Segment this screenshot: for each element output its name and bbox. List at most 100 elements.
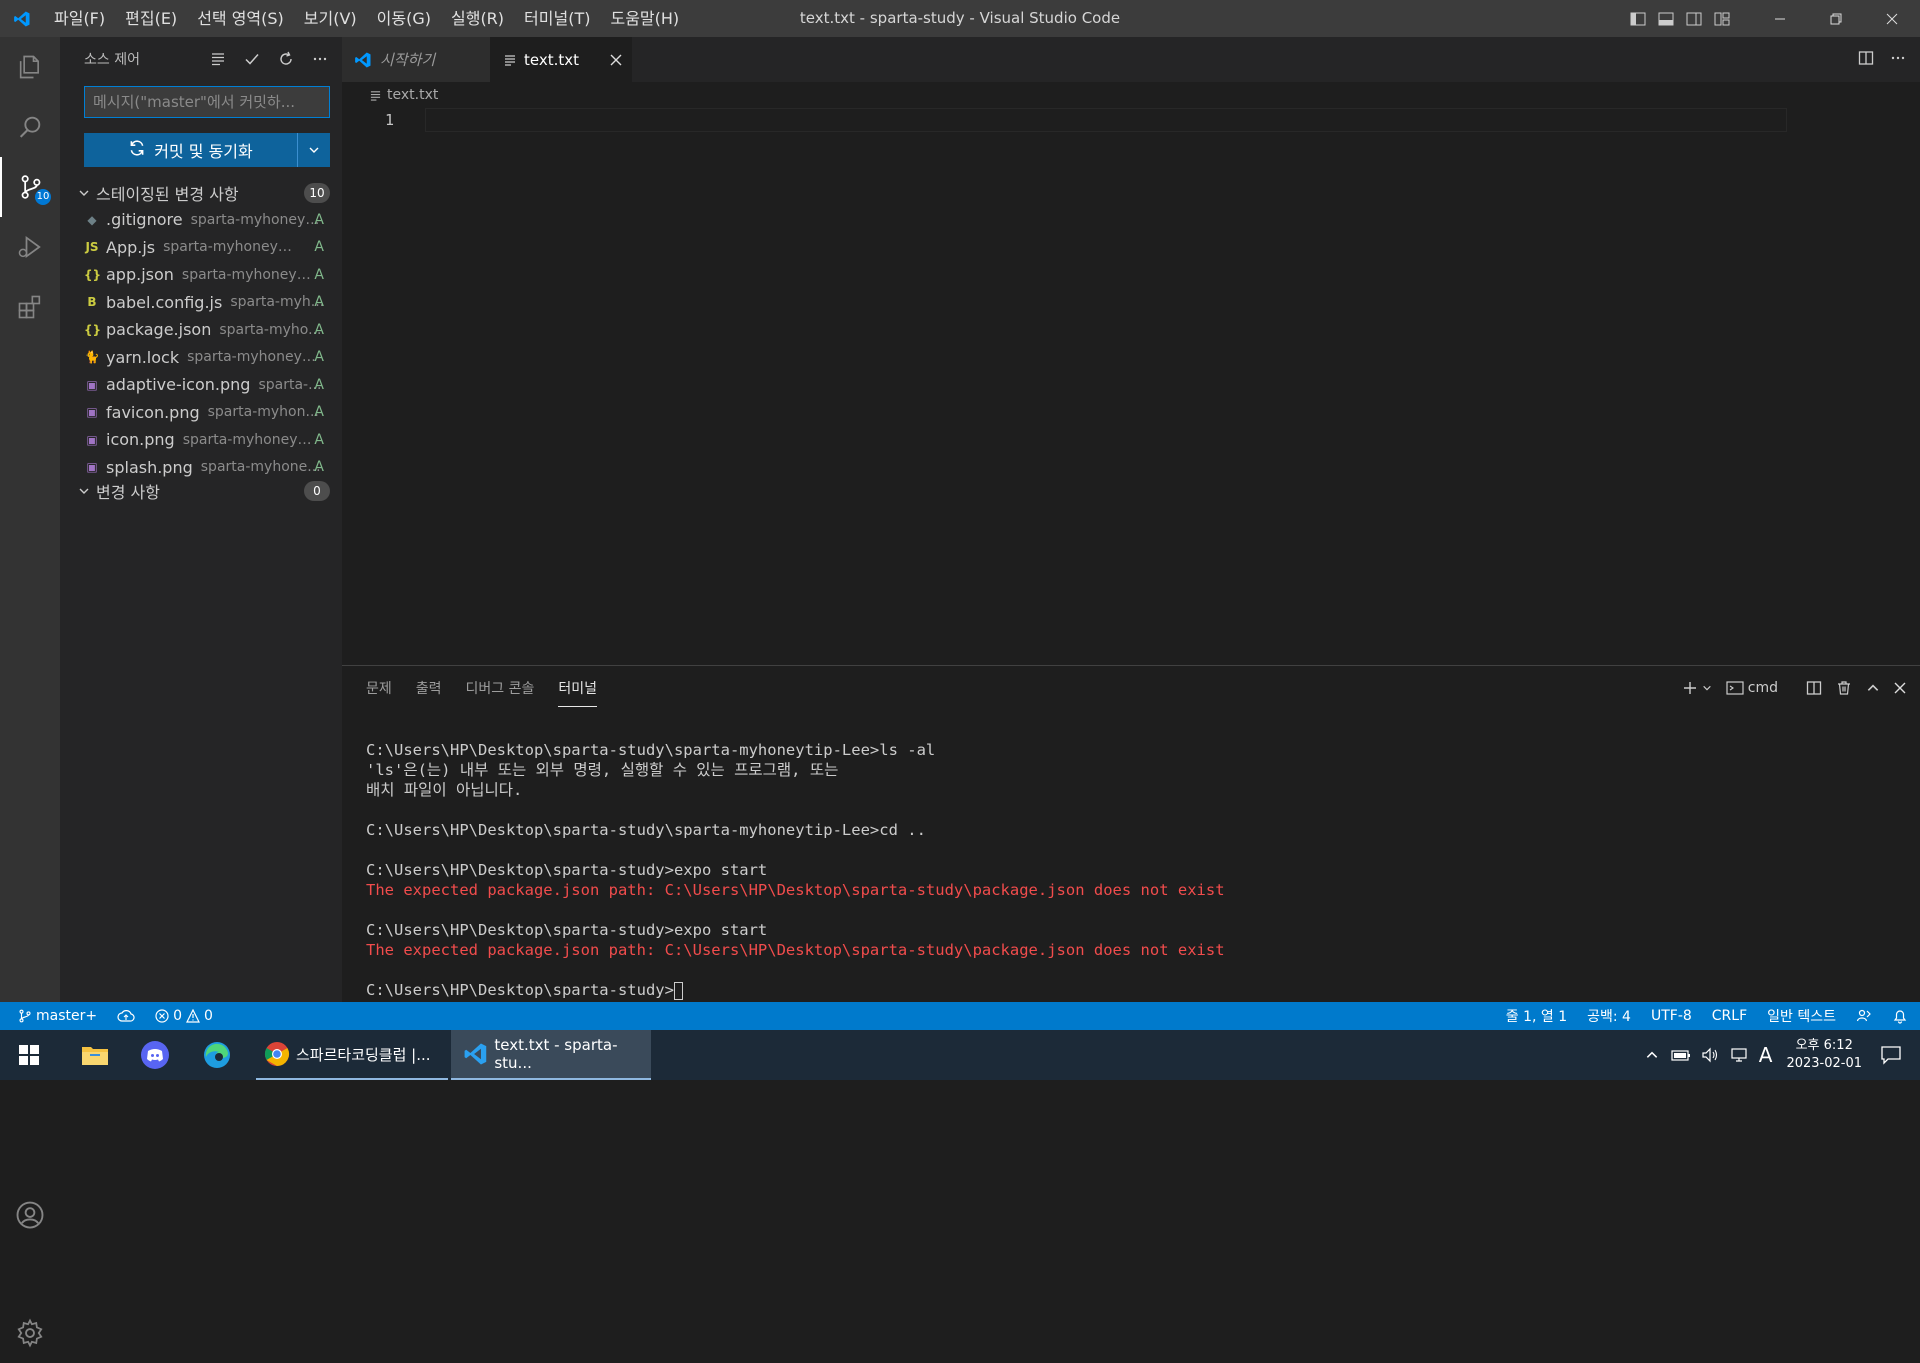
file-path: sparta-... (258, 376, 322, 393)
refresh-icon[interactable] (274, 51, 298, 67)
tab-text-txt[interactable]: text.txt (490, 37, 632, 82)
list-item[interactable]: {} app.json sparta-myhoneyti... A (60, 261, 342, 288)
windows-start-icon[interactable] (0, 1030, 58, 1080)
list-item[interactable]: ▣ icon.png sparta-myhoneyti... A (60, 426, 342, 453)
terminal-text: C:\Users\HP\Desktop\sparta-study> (366, 981, 674, 999)
notification-center-icon[interactable] (1880, 1045, 1902, 1065)
commit-options-chevron-icon[interactable] (297, 133, 330, 167)
end-of-line[interactable]: CRLF (1712, 1008, 1747, 1024)
taskbar-vscode-app[interactable]: text.txt - sparta-stu... (451, 1030, 651, 1080)
menu-help[interactable]: 도움말(H) (600, 0, 689, 37)
tab-welcome[interactable]: 시작하기 (342, 37, 490, 82)
tab-problems[interactable]: 문제 (366, 670, 392, 706)
menu-terminal[interactable]: 터미널(T) (514, 0, 600, 37)
commit-message-input[interactable]: 메시지("master"에서 커밋하... (84, 86, 330, 118)
problems-indicator[interactable]: 0 0 (155, 1008, 213, 1024)
list-item[interactable]: ◆ .gitignore sparta-myhoneyt... A (60, 206, 342, 233)
search-icon[interactable] (0, 97, 60, 157)
text-file-icon (504, 54, 516, 66)
menu-view[interactable]: 보기(V) (294, 0, 367, 37)
editor-text-area[interactable] (425, 108, 1787, 132)
taskbar-chrome-app[interactable]: 스파르타코딩클럽 |... (256, 1030, 448, 1080)
encoding[interactable]: UTF-8 (1651, 1008, 1692, 1024)
account-icon[interactable] (0, 1185, 60, 1245)
list-item[interactable]: 🐈 yarn.lock sparta-myhoneyti... A (60, 344, 342, 371)
volume-icon[interactable] (1701, 1047, 1719, 1063)
tab-terminal[interactable]: 터미널 (558, 670, 598, 707)
menu-selection[interactable]: 선택 영역(S) (187, 0, 294, 37)
edge-browser-icon[interactable] (192, 1030, 242, 1080)
customize-layout-icon[interactable] (1708, 0, 1736, 37)
terminal-text: The expected package.json path: C:\Users… (366, 881, 1225, 899)
menu-edit[interactable]: 편집(E) (115, 0, 187, 37)
new-terminal-icon[interactable] (1682, 680, 1712, 696)
list-item[interactable]: ▣ adaptive-icon.png sparta-... A (60, 371, 342, 398)
breadcrumb[interactable]: text.txt (342, 82, 438, 108)
split-editor-icon[interactable] (1858, 50, 1874, 70)
menu-run[interactable]: 실행(R) (441, 0, 514, 37)
list-item[interactable]: {} package.json sparta-myho... A (60, 316, 342, 343)
extensions-icon[interactable] (0, 277, 60, 337)
terminal-text: 'ls'은(는) 내부 또는 외부 명령, 실행할 수 있는 프로그램, 또는 (366, 761, 839, 779)
list-item[interactable]: JS App.js sparta-myhoneytip-L... A (60, 234, 342, 261)
live-share-icon[interactable] (1856, 1008, 1872, 1024)
windows-taskbar: 스파르타코딩클럽 |... text.txt - sparta-stu... A… (0, 1030, 1920, 1080)
file-type-icon: ▣ (86, 377, 98, 392)
indentation[interactable]: 공백: 4 (1587, 1006, 1631, 1026)
commit-check-icon[interactable] (240, 51, 264, 67)
battery-icon[interactable] (1671, 1048, 1691, 1062)
network-icon[interactable] (1729, 1047, 1749, 1063)
title-bar: 파일(F) 편집(E) 선택 영역(S) 보기(V) 이동(G) 실행(R) 터… (0, 0, 1920, 37)
staged-changes-header[interactable]: 스테이징된 변경 사항 10 (60, 179, 342, 206)
tab-debug-console[interactable]: 디버그 콘솔 (466, 670, 535, 706)
trash-icon[interactable] (1836, 680, 1852, 696)
menu-go[interactable]: 이동(G) (367, 0, 441, 37)
file-path: sparta-myhone... (200, 459, 321, 475)
file-name: splash.png (106, 457, 193, 477)
file-status: A (314, 266, 324, 283)
close-panel-icon[interactable] (1894, 682, 1906, 694)
file-type-icon: ▣ (86, 460, 98, 474)
close-tab-icon[interactable] (610, 54, 622, 66)
tab-output[interactable]: 출력 (416, 670, 442, 706)
list-item[interactable]: Bbabel.config.js sparta-myh... A (60, 289, 342, 316)
branch-indicator[interactable]: master+ (18, 1008, 97, 1024)
file-type-icon: ◆ (87, 212, 97, 227)
explorer-icon[interactable] (0, 37, 60, 97)
input-method-indicator[interactable]: A (1759, 1043, 1773, 1067)
discord-icon[interactable] (130, 1030, 180, 1080)
view-as-list-icon[interactable] (206, 51, 230, 67)
show-hidden-icons-chevron-icon[interactable] (1645, 1048, 1659, 1062)
minimize-icon[interactable] (1752, 0, 1808, 37)
file-type-icon: B (87, 295, 97, 309)
changes-header[interactable]: 변경 사항 0 (60, 477, 342, 504)
commit-button-label: 커밋 및 동기화 (154, 142, 253, 161)
file-status: A (314, 211, 324, 228)
file-explorer-icon[interactable] (70, 1030, 120, 1080)
toggle-sidebar-icon[interactable] (1624, 0, 1652, 37)
list-item[interactable]: ▣ favicon.png sparta-myhon... A (60, 399, 342, 426)
notifications-bell-icon[interactable] (1892, 1008, 1908, 1024)
restore-icon[interactable] (1808, 0, 1864, 37)
commit-sync-button[interactable]: 커밋 및 동기화 (84, 133, 330, 167)
menu-file[interactable]: 파일(F) (44, 0, 115, 37)
publish-cloud-icon[interactable] (117, 1009, 135, 1023)
settings-gear-icon[interactable] (0, 1303, 60, 1363)
terminal-output[interactable]: C:\Users\HP\Desktop\sparta-study\sparta-… (366, 740, 1225, 1000)
cursor-position[interactable]: 줄 1, 열 1 (1506, 1006, 1567, 1026)
editor-more-actions-icon[interactable] (1890, 50, 1906, 70)
clock[interactable]: 오후 6:12 2023-02-01 (1786, 1037, 1862, 1073)
language-mode[interactable]: 일반 텍스트 (1767, 1006, 1836, 1026)
terminal-shell-selector[interactable]: cmd (1726, 680, 1792, 696)
toggle-secondary-sidebar-icon[interactable] (1680, 0, 1708, 37)
terminal-text: C:\Users\HP\Desktop\sparta-study>expo st… (366, 921, 768, 939)
split-terminal-icon[interactable] (1806, 680, 1822, 696)
toggle-panel-icon[interactable] (1652, 0, 1680, 37)
close-window-icon[interactable] (1864, 0, 1920, 37)
source-control-icon[interactable]: 10 (0, 157, 60, 217)
file-name: App.js (106, 237, 156, 257)
status-bar: master+ 0 0 줄 1, 열 1 공백: 4 UTF-8 CRLF 일반… (0, 1002, 1920, 1030)
more-actions-icon[interactable] (308, 51, 332, 67)
maximize-panel-icon[interactable] (1866, 681, 1880, 695)
run-debug-icon[interactable] (0, 217, 60, 277)
